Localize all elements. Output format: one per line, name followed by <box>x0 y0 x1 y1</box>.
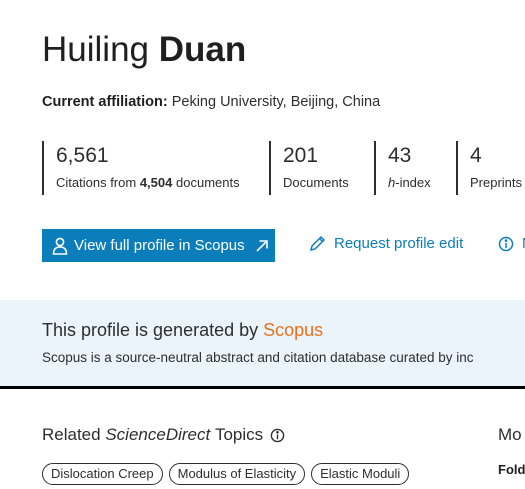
topic-chips: Dislocation Creep Modulus of Elasticity … <box>42 463 410 485</box>
more-button[interactable]: N <box>498 235 525 252</box>
citations-label-suffix: documents <box>176 175 240 190</box>
metric-documents: 201 Documents <box>269 141 349 195</box>
view-full-profile-label: View full profile in Scopus <box>74 237 245 254</box>
pencil-icon <box>309 235 326 252</box>
affiliation-value: Peking University, Beijing, China <box>171 94 381 110</box>
banner-description: Scopus is a source-neutral abstract and … <box>42 350 474 365</box>
topics-title-prefix: Related <box>42 425 101 444</box>
hindex-value: 43 <box>388 144 412 167</box>
topic-chip[interactable]: Dislocation Creep <box>42 463 163 485</box>
current-affiliation: Current affiliation: Peking University, … <box>42 94 380 110</box>
author-name: Huiling Duan <box>42 28 246 72</box>
view-full-profile-button[interactable]: View full profile in Scopus <box>42 229 275 262</box>
hindex-label-rest: -index <box>395 175 431 190</box>
banner-title: This profile is generated by Scopus <box>42 320 323 341</box>
author-first-name: Huiling <box>42 30 149 69</box>
topic-chip[interactable]: Elastic Moduli <box>311 463 410 485</box>
scopus-banner: This profile is generated by Scopus Scop… <box>0 300 525 389</box>
metric-hindex: 43 h-index <box>374 141 431 195</box>
documents-value: 201 <box>283 144 319 167</box>
topics-title-suffix: Topics <box>214 425 264 444</box>
side-section-title: Mo <box>498 425 522 444</box>
documents-label: Documents <box>283 175 349 190</box>
side-section-subtitle: Fold <box>498 462 525 477</box>
info-icon[interactable] <box>270 428 285 443</box>
banner-title-prefix: This profile is generated by <box>42 320 259 340</box>
affiliation-label: Current affiliation: <box>42 94 168 110</box>
request-profile-edit-button[interactable]: Request profile edit <box>309 235 463 252</box>
citations-label: Citations from 4,504 documents <box>56 174 240 192</box>
info-icon <box>498 236 514 252</box>
preprints-label: Preprints <box>470 175 523 190</box>
citations-label-prefix: Citations from <box>56 175 137 190</box>
metric-preprints: 4 Preprints <box>456 141 522 195</box>
related-topics-heading: Related ScienceDirect Topics <box>42 425 285 445</box>
preprints-value: 4 <box>470 144 482 167</box>
author-last-name: Duan <box>158 30 247 69</box>
topics-title-italic: ScienceDirect <box>105 425 211 444</box>
hindex-label: h-index <box>388 174 431 192</box>
citations-documents-count: 4,504 <box>139 175 173 190</box>
request-profile-edit-label: Request profile edit <box>334 235 464 252</box>
topic-chip[interactable]: Modulus of Elasticity <box>168 463 306 485</box>
external-link-icon <box>255 239 269 253</box>
citations-value: 6,561 <box>56 144 109 167</box>
metric-citations: 6,561 Citations from 4,504 documents <box>42 141 240 195</box>
user-icon <box>52 237 68 255</box>
scopus-link[interactable]: Scopus <box>263 320 323 340</box>
